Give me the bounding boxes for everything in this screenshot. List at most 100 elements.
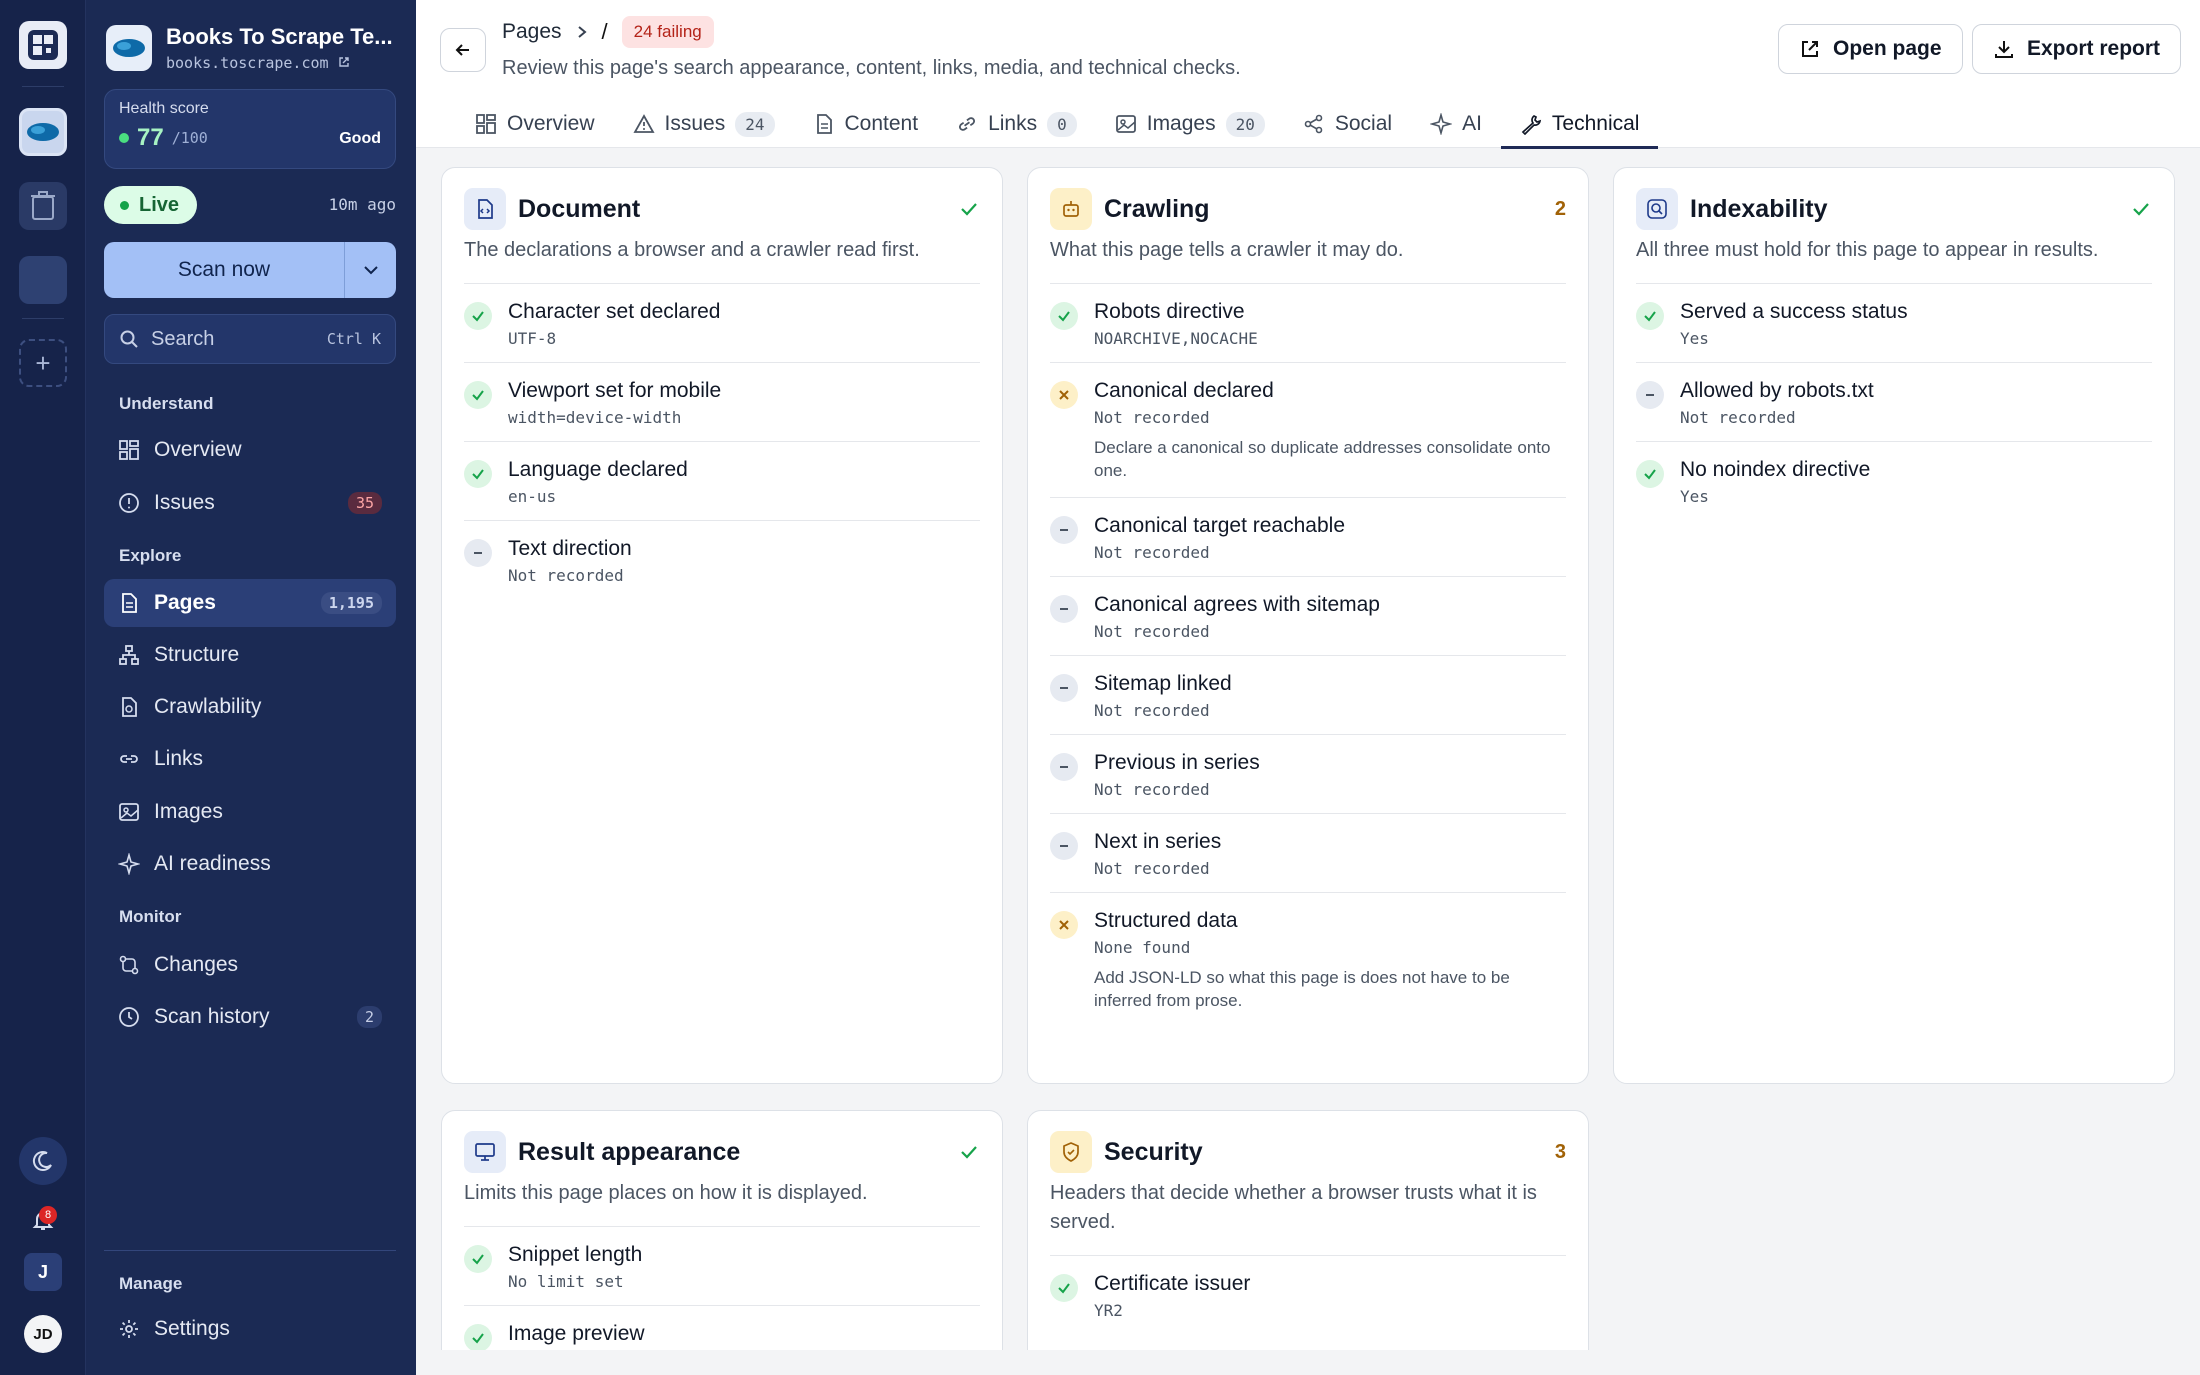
- sparkles-icon: [118, 853, 140, 875]
- project-switch-books[interactable]: [19, 108, 67, 156]
- scan-now-button[interactable]: Scan now: [104, 242, 344, 298]
- file-icon: [122, 593, 137, 613]
- add-project-button[interactable]: +: [19, 339, 67, 387]
- app-logo-icon: [28, 30, 58, 60]
- card-issue-count: 3: [1554, 1140, 1566, 1163]
- theme-toggle-button[interactable]: [19, 1137, 67, 1185]
- health-score-label: Health score: [119, 100, 209, 117]
- tab-label: Overview: [507, 112, 595, 135]
- check-row: Character set declared UTF-8: [464, 284, 980, 363]
- sidebar-item-settings[interactable]: Settings: [104, 1305, 396, 1353]
- health-score-number: 77: [137, 124, 164, 151]
- back-button[interactable]: [440, 28, 486, 72]
- trash-icon: [31, 191, 55, 220]
- sidebar-item-crawlability[interactable]: Crawlability: [104, 683, 396, 731]
- minus-icon: [1636, 381, 1664, 409]
- check-name: Language declared: [508, 458, 688, 481]
- check-row: Canonical agrees with sitemap Not recorde…: [1050, 577, 1566, 656]
- avatar-initials: JD: [33, 1325, 53, 1343]
- check-row: Previous in series Not recorded: [1050, 735, 1566, 814]
- check-value: YR2: [1094, 1301, 1123, 1320]
- technical-panel: Document The declarations a browser and …: [416, 149, 2200, 1350]
- git-compare-icon: [119, 955, 139, 975]
- sidebar-item-issues[interactable]: Issues 35: [104, 479, 396, 527]
- tab-social[interactable]: Social: [1284, 100, 1411, 148]
- project-url[interactable]: books.toscrape.com: [166, 54, 398, 72]
- check-name: Canonical agrees with sitemap: [1094, 592, 1380, 616]
- tab-issues[interactable]: Issues 24: [614, 100, 794, 148]
- check-row: Canonical declared Not recorded Declare a …: [1050, 363, 1566, 498]
- sidebar-item-structure[interactable]: Structure: [104, 631, 396, 679]
- export-report-button[interactable]: Export report: [1972, 24, 2182, 74]
- failing-badge: 24 failing: [621, 16, 714, 48]
- sitemap-icon: [119, 645, 139, 665]
- card-description: All three must hold for this page to app…: [1636, 236, 2152, 284]
- check-value: Not recorded: [1094, 542, 1210, 562]
- scan-options-button[interactable]: [344, 242, 396, 298]
- minus-icon: [1050, 673, 1078, 702]
- file-code-icon: [478, 199, 493, 219]
- project-logo: [106, 25, 152, 71]
- check-row: Served a success status Yes: [1636, 284, 2152, 363]
- search-input[interactable]: Search Ctrl K: [104, 314, 396, 364]
- sidebar-item-label: Overview: [154, 438, 242, 461]
- check-row: Viewport set for mobile width=device-widt…: [464, 363, 980, 442]
- check-icon: [1636, 460, 1664, 488]
- project-switch-http[interactable]: [19, 182, 67, 230]
- rail-divider: [22, 86, 64, 87]
- card-result-appearance: Result appearance Limits this page place…: [441, 1110, 1003, 1350]
- check-icon: [1636, 302, 1664, 330]
- search-icon: [1647, 199, 1667, 219]
- tab-links[interactable]: Links 0: [937, 100, 1096, 148]
- card-document: Document The declarations a browser and …: [441, 167, 1003, 1084]
- check-name: No noindex directive: [1680, 458, 1871, 481]
- card-title: Security: [1104, 1137, 1203, 1166]
- check-value: Not recorded: [1094, 408, 1210, 427]
- notifications-button[interactable]: 8: [19, 1196, 67, 1244]
- check-value: Not recorded: [1094, 700, 1210, 720]
- sidebar-item-label: Scan history: [154, 1005, 270, 1028]
- live-status-badge: Live: [104, 186, 198, 224]
- alert-circle-icon: [119, 493, 139, 513]
- sidebar-item-scan-history[interactable]: Scan history 2: [104, 993, 396, 1041]
- search-icon: [120, 330, 138, 348]
- file-search-icon: [122, 697, 137, 717]
- clock-icon: [119, 1007, 139, 1027]
- sidebar-item-overview[interactable]: Overview: [104, 426, 396, 474]
- document-card-icon: [464, 188, 506, 230]
- external-link-icon: [1802, 41, 1818, 57]
- tab-images[interactable]: Images 20: [1096, 100, 1284, 148]
- tab-overview[interactable]: Overview: [456, 100, 614, 148]
- tab-technical[interactable]: Technical: [1500, 100, 1659, 149]
- tab-label: AI: [1462, 112, 1482, 135]
- sidebar-item-pages[interactable]: Pages 1,195: [104, 579, 396, 627]
- sidebar-item-label: Crawlability: [154, 695, 262, 718]
- breadcrumb-pages[interactable]: Pages: [502, 20, 562, 44]
- sidebar-item-changes[interactable]: Changes: [104, 941, 396, 989]
- health-score-card[interactable]: Health score 77 /100 Good: [104, 89, 396, 169]
- scan-history-count: 2: [356, 1006, 382, 1028]
- sidebar-item-links[interactable]: Links: [104, 735, 396, 783]
- robot-icon: [1063, 201, 1079, 217]
- sidebar-divider: [104, 1250, 396, 1251]
- open-page-label: Open page: [1833, 37, 1942, 60]
- tab-ai[interactable]: AI: [1411, 100, 1501, 148]
- x-icon: [1050, 381, 1078, 409]
- sidebar-item-images[interactable]: Images: [104, 788, 396, 836]
- sidebar-item-label: Changes: [154, 953, 239, 976]
- sidebar-item-ai-readiness[interactable]: AI readiness: [104, 840, 396, 888]
- sidebar-item-label: AI readiness: [154, 852, 271, 875]
- check-name: Character set declared: [508, 300, 721, 323]
- project-switch-empty[interactable]: [19, 256, 67, 304]
- last-scan-time: 10m ago: [328, 195, 396, 214]
- arrow-left-icon: [455, 44, 469, 56]
- user-avatar[interactable]: JD: [24, 1315, 62, 1353]
- security-card-icon: [1050, 1131, 1092, 1173]
- open-page-button[interactable]: Open page: [1778, 24, 1963, 74]
- project-header[interactable]: Books To Scrape Te... books.toscrape.com: [106, 24, 398, 72]
- workspace-switch[interactable]: J: [24, 1253, 62, 1291]
- minus-icon: [1050, 752, 1078, 781]
- tab-content[interactable]: Content: [794, 100, 938, 148]
- sidebar-item-label: Settings: [154, 1317, 230, 1340]
- app-logo[interactable]: [19, 21, 67, 69]
